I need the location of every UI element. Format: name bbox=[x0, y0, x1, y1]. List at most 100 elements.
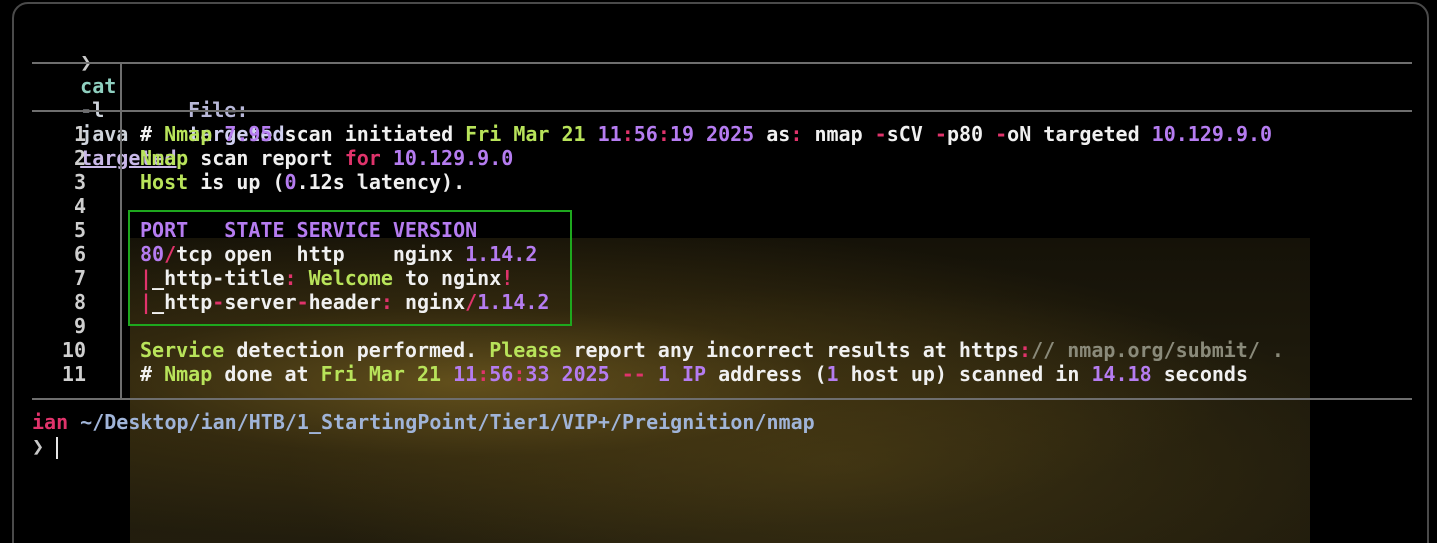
l1-mm: 56 bbox=[633, 122, 658, 146]
line-number-9: 9 bbox=[73, 314, 86, 338]
l11-ip-label: IP bbox=[682, 362, 707, 386]
l1-targeted: targeted bbox=[1043, 122, 1140, 146]
l11-time: 14.18 bbox=[1091, 362, 1152, 386]
line-number-1: 1 bbox=[73, 122, 86, 146]
line-number-7: 7 bbox=[73, 266, 86, 290]
line-number-10: 10 bbox=[61, 338, 86, 362]
l11-year: 2025 bbox=[561, 362, 610, 386]
l2-for: for bbox=[344, 146, 381, 170]
next-prompt-path-line: ian ~/Desktop/ian/HTB/1_StartingPoint/Ti… bbox=[32, 410, 815, 434]
header-bottom-rule bbox=[32, 110, 1412, 112]
l7-pipe: | bbox=[140, 266, 153, 290]
l11-hh: 11 bbox=[453, 362, 478, 386]
l8-dash-1: - bbox=[212, 290, 225, 314]
l1-colon: : bbox=[790, 122, 803, 146]
l7-colon: : bbox=[284, 266, 297, 290]
code-line-6: 80/tcp open http nginx 1.14.2 bbox=[140, 242, 537, 266]
line-number-8: 8 bbox=[73, 290, 86, 314]
l3-is-up: is up ( bbox=[200, 170, 285, 194]
text-cursor bbox=[56, 436, 59, 459]
l8-dash-2: - bbox=[296, 290, 309, 314]
l6-slash: / bbox=[164, 242, 177, 266]
prompt-user: ian bbox=[32, 410, 69, 434]
l1-sCV: sCV bbox=[886, 122, 923, 146]
l1-p80: p80 bbox=[946, 122, 984, 146]
code-line-7: |_http-title: Welcome to nginx! bbox=[140, 266, 513, 290]
l11-date: Fri Mar 21 bbox=[320, 362, 442, 386]
l8-nginx: nginx bbox=[404, 290, 466, 314]
code-line-8: |_http-server-header: nginx/1.14.2 bbox=[140, 290, 549, 314]
l1-year: 2025 bbox=[706, 122, 755, 146]
line-number-6: 6 bbox=[73, 242, 86, 266]
l1-oN: oN bbox=[1007, 122, 1032, 146]
l7-name: _http-title bbox=[152, 266, 285, 290]
l6-port: 80 bbox=[140, 242, 165, 266]
l1-date: Fri Mar 21 bbox=[465, 122, 586, 146]
l7-welcome: Welcome bbox=[308, 266, 393, 290]
l2-scan-report: scan report bbox=[200, 146, 333, 170]
l6-version: 1.14.2 bbox=[465, 242, 538, 266]
l11-one: 1 bbox=[657, 362, 670, 386]
l11-mm: 56 bbox=[489, 362, 514, 386]
l1-dash-3: - bbox=[995, 122, 1008, 146]
footer-rule bbox=[32, 398, 1412, 400]
l1-version: 7.95 bbox=[224, 122, 273, 146]
l5-header: PORT STATE SERVICE VERSION bbox=[140, 218, 478, 242]
code-line-5: PORT STATE SERVICE VERSION bbox=[140, 218, 477, 242]
l11-ss: 33 bbox=[525, 362, 550, 386]
l8-name-3: header bbox=[308, 290, 381, 314]
line-number-2: 2 bbox=[73, 146, 86, 170]
next-prompt-input-line[interactable]: ❯ bbox=[32, 434, 59, 459]
l3-dot: . bbox=[296, 170, 309, 194]
prompt-chevron-icon: ❯ bbox=[32, 434, 45, 458]
l11-colon-a: : bbox=[477, 362, 490, 386]
l1-nmap: Nmap bbox=[164, 122, 213, 146]
l7-bang: ! bbox=[501, 266, 514, 290]
header-top-rule bbox=[32, 62, 1412, 64]
l11-seconds: seconds bbox=[1163, 362, 1248, 386]
code-line-2: Nmap scan report for 10.129.9.0 bbox=[140, 146, 513, 170]
l11-hash: # bbox=[140, 362, 153, 386]
line-number-5: 5 bbox=[73, 218, 86, 242]
l10-url[interactable]: nmap.org/submit/ . bbox=[1067, 338, 1284, 362]
l8-name-1: _http bbox=[152, 290, 213, 314]
code-line-1: # Nmap 7.95 scan initiated Fri Mar 21 11… bbox=[140, 122, 1272, 146]
line-number-3: 3 bbox=[73, 170, 86, 194]
l8-slash: / bbox=[465, 290, 478, 314]
l1-nmap-cmd: nmap bbox=[814, 122, 863, 146]
l11-dashes: -- bbox=[621, 362, 646, 386]
l11-colon-b: : bbox=[513, 362, 526, 386]
l1-colon-b: : bbox=[657, 122, 670, 146]
line-number-4: 4 bbox=[73, 194, 86, 218]
l1-dash-1: - bbox=[874, 122, 887, 146]
l11-done: done at bbox=[224, 362, 309, 386]
l11-one-2: 1 bbox=[826, 362, 839, 386]
l1-hh: 11 bbox=[597, 122, 622, 146]
l8-colon: : bbox=[380, 290, 393, 314]
l8-version: 1.14.2 bbox=[477, 290, 550, 314]
l6-tcp: tcp open http nginx bbox=[176, 242, 454, 266]
l10-slashes: // bbox=[1031, 338, 1056, 362]
l1-ss: 19 bbox=[669, 122, 694, 146]
l10-please: Please bbox=[489, 338, 562, 362]
header-gutter-divider bbox=[120, 62, 122, 110]
l3-latency: 12s latency). bbox=[308, 170, 466, 194]
l10-rest: report any incorrect results at https bbox=[573, 338, 1020, 362]
l10-service: Service bbox=[140, 338, 225, 362]
l1-colon-a: : bbox=[621, 122, 634, 146]
l1-hash: # bbox=[140, 122, 153, 146]
l1-as: as bbox=[766, 122, 791, 146]
code-line-11: # Nmap done at Fri Mar 21 11:56:33 2025 … bbox=[140, 362, 1248, 386]
l3-zero: 0 bbox=[284, 170, 297, 194]
content-gutter-divider bbox=[120, 110, 122, 398]
terminal-window[interactable]: ❯ cat -l java targeted File: targeted 1 … bbox=[12, 2, 1429, 543]
l10-colon: : bbox=[1019, 338, 1032, 362]
l8-name-2: server bbox=[224, 290, 297, 314]
code-line-10: Service detection performed. Please repo… bbox=[140, 338, 1284, 362]
l1-scan-initiated: scan initiated bbox=[284, 122, 454, 146]
prompt-path: ~/Desktop/ian/HTB/1_StartingPoint/Tier1/… bbox=[80, 410, 815, 434]
l10-detection: detection performed. bbox=[236, 338, 478, 362]
l1-ip: 10.129.9.0 bbox=[1151, 122, 1273, 146]
l2-nmap: Nmap bbox=[140, 146, 189, 170]
l2-ip: 10.129.9.0 bbox=[392, 146, 514, 170]
